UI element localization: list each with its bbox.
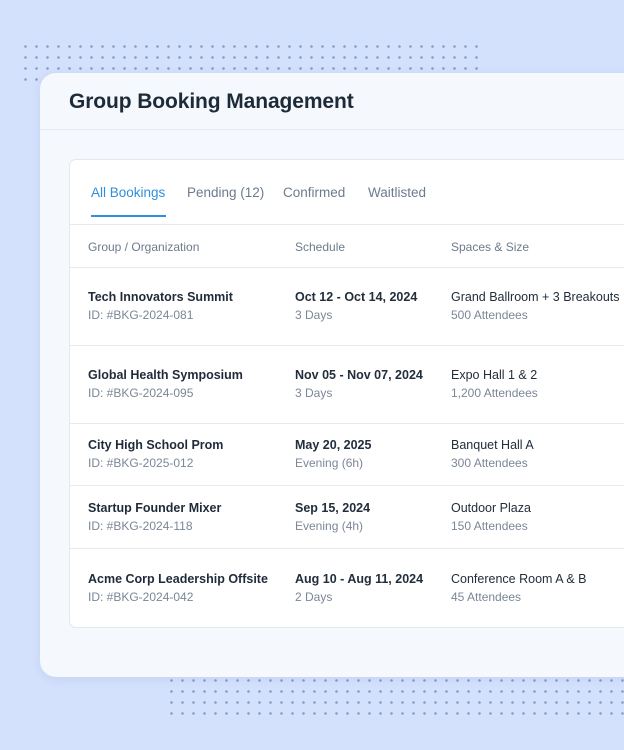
group-name: Startup Founder Mixer: [88, 500, 222, 515]
table-row[interactable]: Acme Corp Leadership Offsite ID: #BKG-20…: [70, 549, 624, 627]
spaces-cell: Outdoor Plaza 150 Attendees: [451, 486, 624, 548]
table-row[interactable]: City High School Prom ID: #BKG-2025-012 …: [70, 424, 624, 486]
group-name: City High School Prom: [88, 438, 224, 452]
group-cell: Tech Innovators Summit ID: #BKG-2024-081: [88, 268, 278, 345]
attendee-count: 500 Attendees: [451, 308, 528, 322]
table-row[interactable]: Global Health Symposium ID: #BKG-2024-09…: [70, 346, 624, 424]
attendee-count: 300 Attendees: [451, 456, 528, 470]
spaces-name: Expo Hall 1 & 2: [451, 368, 538, 382]
attendee-count: 45 Attendees: [451, 589, 522, 604]
spaces-cell: Grand Ballroom + 3 Breakouts 500 Attende…: [451, 268, 624, 345]
schedule-dates: Oct 12 - Oct 14, 2024: [295, 290, 418, 304]
schedule-duration: 2 Days: [295, 589, 333, 604]
window-header: Group Booking Management: [40, 73, 624, 130]
column-header-schedule: Schedule: [295, 240, 346, 254]
column-header-spaces: Spaces & Size: [451, 240, 530, 254]
schedule-duration: 3 Days: [295, 386, 333, 400]
group-name: Global Health Symposium: [88, 368, 243, 382]
group-name: Acme Corp Leadership Offsite: [88, 571, 268, 586]
schedule-dates: Sep 15, 2024: [295, 500, 371, 515]
tab-all-bookings[interactable]: All Bookings: [91, 185, 165, 200]
column-header-group: Group / Organization: [88, 240, 200, 254]
group-cell: Startup Founder Mixer ID: #BKG-2024-118: [88, 486, 278, 548]
booking-tabs: All Bookings Pending (12) Confirmed Wait…: [70, 160, 624, 225]
table-row[interactable]: Tech Innovators Summit ID: #BKG-2024-081…: [70, 268, 624, 346]
spaces-name: Banquet Hall A: [451, 438, 534, 452]
booking-id: ID: #BKG-2025-012: [88, 456, 194, 470]
table-header: Group / Organization Schedule Spaces & S…: [70, 225, 624, 268]
spaces-cell: Banquet Hall A 300 Attendees: [451, 424, 624, 485]
schedule-cell: May 20, 2025 Evening (6h): [295, 424, 430, 485]
active-tab-indicator: [91, 215, 166, 217]
tab-confirmed[interactable]: Confirmed: [283, 185, 345, 200]
tab-pending[interactable]: Pending (12): [187, 185, 264, 200]
spaces-cell: Conference Room A & B 45 Attendees: [451, 549, 624, 627]
group-cell: Acme Corp Leadership Offsite ID: #BKG-20…: [88, 549, 278, 627]
schedule-cell: Nov 05 - Nov 07, 2024 3 Days: [295, 346, 430, 423]
attendee-count: 1,200 Attendees: [451, 386, 538, 400]
group-cell: City High School Prom ID: #BKG-2025-012: [88, 424, 278, 485]
group-name: Tech Innovators Summit: [88, 290, 233, 304]
booking-id: ID: #BKG-2024-095: [88, 386, 194, 400]
schedule-dates: May 20, 2025: [295, 438, 372, 452]
schedule-duration: 3 Days: [295, 308, 333, 322]
booking-id: ID: #BKG-2024-081: [88, 308, 194, 322]
group-cell: Global Health Symposium ID: #BKG-2024-09…: [88, 346, 278, 423]
schedule-duration: Evening (6h): [295, 456, 364, 470]
booking-id: ID: #BKG-2024-042: [88, 589, 194, 604]
schedule-duration: Evening (4h): [295, 518, 364, 533]
schedule-cell: Aug 10 - Aug 11, 2024 2 Days: [295, 549, 430, 627]
spaces-name: Grand Ballroom + 3 Breakouts: [451, 290, 620, 304]
tab-waitlisted[interactable]: Waitlisted: [368, 185, 426, 200]
spaces-cell: Expo Hall 1 & 2 1,200 Attendees: [451, 346, 624, 423]
table-row[interactable]: Startup Founder Mixer ID: #BKG-2024-118 …: [70, 486, 624, 549]
schedule-dates: Nov 05 - Nov 07, 2024: [295, 368, 423, 382]
decorative-dot-grid-bottom: [166, 675, 624, 715]
page-title: Group Booking Management: [69, 90, 354, 113]
schedule-cell: Oct 12 - Oct 14, 2024 3 Days: [295, 268, 430, 345]
bookings-panel: All Bookings Pending (12) Confirmed Wait…: [69, 159, 624, 628]
booking-id: ID: #BKG-2024-118: [88, 518, 193, 533]
schedule-dates: Aug 10 - Aug 11, 2024: [295, 571, 424, 586]
schedule-cell: Sep 15, 2024 Evening (4h): [295, 486, 430, 548]
booking-window: Group Booking Management All Bookings Pe…: [40, 73, 624, 677]
spaces-name: Outdoor Plaza: [451, 500, 531, 515]
attendee-count: 150 Attendees: [451, 518, 528, 533]
spaces-name: Conference Room A & B: [451, 571, 587, 586]
